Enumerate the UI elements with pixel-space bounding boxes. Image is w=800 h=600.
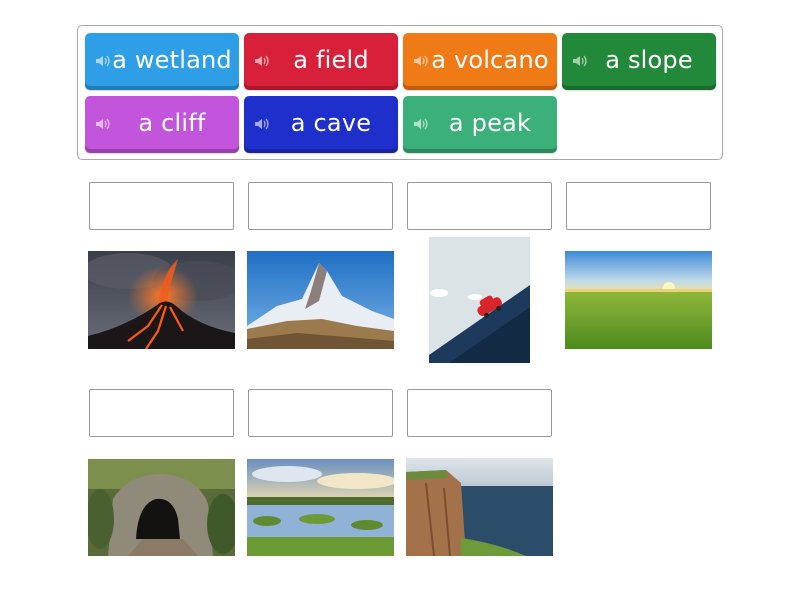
chip-label: a field — [293, 45, 369, 74]
answer-slot-5[interactable] — [89, 389, 234, 437]
answer-slot-6[interactable] — [248, 389, 393, 437]
chip-wetland[interactable]: a wetland — [85, 33, 239, 90]
chip-field[interactable]: a field — [244, 33, 398, 90]
cave-image — [88, 459, 235, 556]
chip-label: a peak — [448, 108, 532, 137]
chip-label: a cliff — [138, 108, 206, 137]
slope-car-image — [429, 237, 530, 363]
chip-label: a volcano — [431, 45, 549, 74]
chip-label: a cave — [290, 108, 372, 137]
answer-slot-7[interactable] — [407, 389, 552, 437]
chip-slope[interactable]: a slope — [562, 33, 716, 90]
field-image — [565, 251, 712, 349]
chip-peak[interactable]: a peak — [403, 96, 557, 153]
cliff-image — [406, 458, 553, 556]
chip-cliff[interactable]: a cliff — [85, 96, 239, 153]
answer-slot-1[interactable] — [89, 182, 234, 230]
volcano-image — [88, 251, 235, 349]
answer-slot-3[interactable] — [407, 182, 552, 230]
chip-volcano[interactable]: a volcano — [403, 33, 557, 90]
chip-label: a wetland — [112, 45, 232, 74]
word-bank: a wetland a field a volcano a slope a cl… — [77, 25, 723, 160]
wetland-image — [247, 459, 394, 556]
answer-slot-2[interactable] — [248, 182, 393, 230]
chip-label: a slope — [605, 45, 693, 74]
chip-cave[interactable]: a cave — [244, 96, 398, 153]
mountain-peak-image — [247, 251, 394, 349]
answer-slot-4[interactable] — [566, 182, 711, 230]
